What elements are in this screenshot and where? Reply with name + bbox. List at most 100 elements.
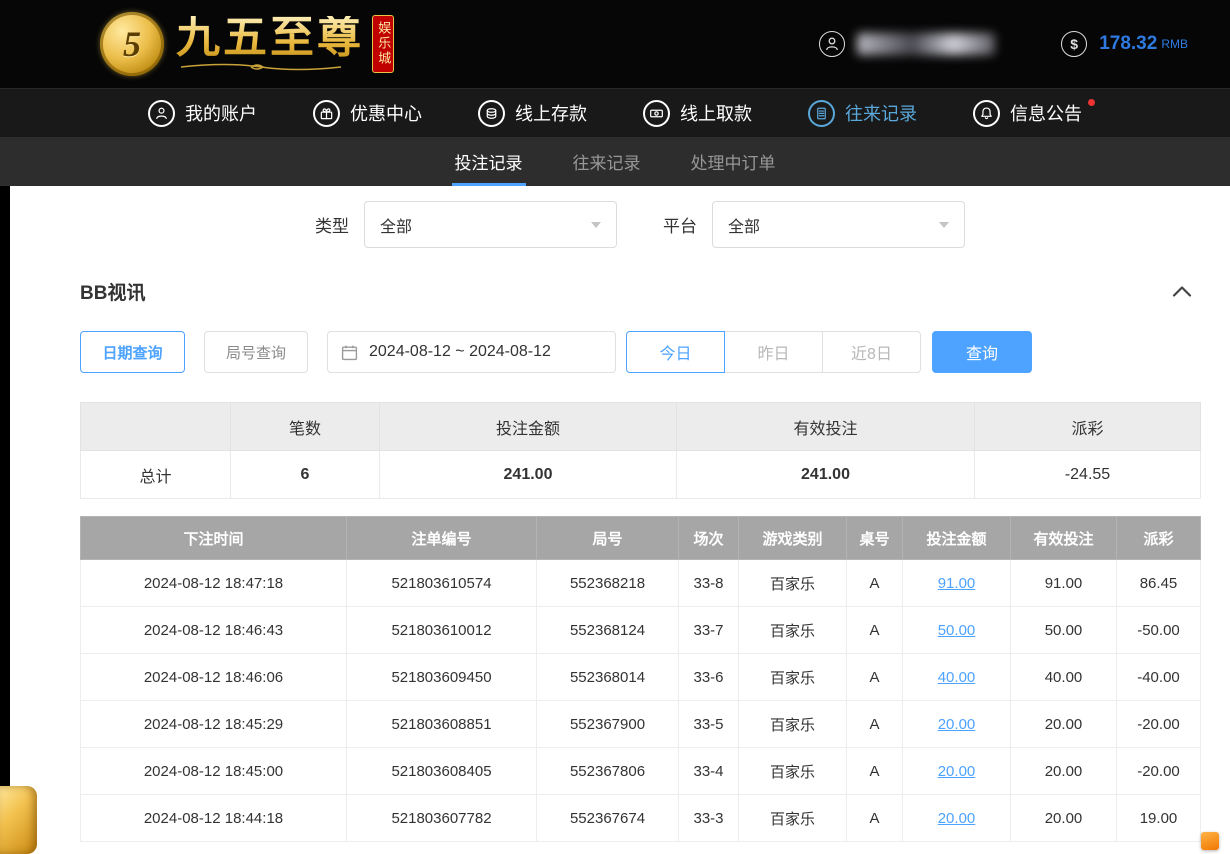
floating-promo-fragment[interactable] — [0, 786, 37, 854]
table-cell: 86.45 — [1117, 560, 1201, 607]
platform-filter-group: 平台 全部 — [663, 201, 965, 248]
table-cell: -20.00 — [1117, 748, 1201, 795]
nav-item-my-account[interactable]: 我的账户 — [148, 100, 257, 127]
col-session: 场次 — [679, 517, 739, 560]
user-icon[interactable] — [819, 31, 845, 57]
summary-count-value: 6 — [231, 451, 380, 499]
table-cell: 521803607782 — [347, 795, 537, 842]
withdraw-icon — [643, 100, 670, 127]
summary-header-row: 笔数 投注金额 有效投注 派彩 — [81, 403, 1201, 451]
table-cell: 521803610012 — [347, 607, 537, 654]
main-content: 类型 全部 平台 全部 BB视讯 日期查询 局号查询 2024-08-12 ~ — [10, 186, 1230, 854]
recent-8-days-button[interactable]: 近8日 — [822, 331, 921, 373]
table-cell: 2024-08-12 18:47:18 — [81, 560, 347, 607]
table-cell: 20.00 — [1011, 795, 1117, 842]
table-cell: 2024-08-12 18:46:06 — [81, 654, 347, 701]
summary-header-count: 笔数 — [231, 403, 380, 451]
nav-item-label: 线上取款 — [680, 100, 752, 126]
table-cell: 33-6 — [679, 654, 739, 701]
table-cell: 百家乐 — [739, 607, 847, 654]
table-row: 2024-08-12 18:47:18521803610574552368218… — [81, 560, 1201, 607]
gift-icon — [313, 100, 340, 127]
nav-item-announcements[interactable]: 信息公告 — [973, 100, 1082, 127]
col-bet-time: 下注时间 — [81, 517, 347, 560]
table-row: 2024-08-12 18:45:29521803608851552367900… — [81, 701, 1201, 748]
summary-total-label: 总计 — [81, 451, 231, 499]
table-cell: 50.00 — [1011, 607, 1117, 654]
tab-processing-orders[interactable]: 处理中订单 — [688, 137, 779, 186]
table-cell: 2024-08-12 18:45:00 — [81, 748, 347, 795]
type-filter-label: 类型 — [315, 212, 349, 237]
table-cell: 521803609450 — [347, 654, 537, 701]
table-cell: -40.00 — [1117, 654, 1201, 701]
deposit-icon — [478, 100, 505, 127]
table-cell: A — [847, 795, 903, 842]
summary-table: 笔数 投注金额 有效投注 派彩 总计 6 241.00 241.00 -24.5… — [80, 402, 1201, 499]
table-cell: 552367900 — [537, 701, 679, 748]
date-range-input[interactable]: 2024-08-12 ~ 2024-08-12 — [327, 331, 616, 373]
bet-amount-link[interactable]: 50.00 — [903, 607, 1011, 654]
table-cell: 521803608405 — [347, 748, 537, 795]
tab-transaction-records[interactable]: 往来记录 — [570, 137, 644, 186]
query-controls: 日期查询 局号查询 2024-08-12 ~ 2024-08-12 今日 昨日 … — [80, 331, 1200, 373]
table-cell: 521803608851 — [347, 701, 537, 748]
summary-payout-value: -24.55 — [975, 451, 1201, 499]
brand-name-wrap: 九五至尊 — [176, 16, 364, 72]
table-cell: A — [847, 654, 903, 701]
chevron-down-icon — [591, 222, 601, 228]
bet-amount-link[interactable]: 20.00 — [903, 795, 1011, 842]
platform-select[interactable]: 全部 — [712, 201, 965, 248]
nav-item-label: 往来记录 — [845, 100, 917, 126]
table-row: 2024-08-12 18:44:18521803607782552367674… — [81, 795, 1201, 842]
table-cell: 33-3 — [679, 795, 739, 842]
col-valid-bet: 有效投注 — [1011, 517, 1117, 560]
table-cell: -20.00 — [1117, 701, 1201, 748]
table-cell: 33-4 — [679, 748, 739, 795]
round-query-button[interactable]: 局号查询 — [204, 331, 308, 373]
username-blurred — [857, 33, 995, 55]
section-header: BB视讯 — [80, 278, 1200, 305]
bet-records-table: 下注时间 注单编号 局号 场次 游戏类别 桌号 投注金额 有效投注 派彩 202… — [80, 516, 1201, 842]
table-cell: 552368218 — [537, 560, 679, 607]
tab-bet-records[interactable]: 投注记录 — [452, 137, 526, 186]
col-game-type: 游戏类别 — [739, 517, 847, 560]
table-cell: 百家乐 — [739, 748, 847, 795]
nav-item-label: 信息公告 — [1010, 100, 1082, 126]
date-query-button[interactable]: 日期查询 — [80, 331, 185, 373]
brand-badge: 娱乐城 — [372, 15, 394, 73]
table-cell: 552368014 — [537, 654, 679, 701]
nav-item-records[interactable]: 往来记录 — [808, 100, 917, 127]
table-cell: 33-5 — [679, 701, 739, 748]
table-cell: 19.00 — [1117, 795, 1201, 842]
account-icon — [148, 100, 175, 127]
table-cell: A — [847, 607, 903, 654]
summary-total-row: 总计 6 241.00 241.00 -24.55 — [81, 451, 1201, 499]
search-button[interactable]: 查询 — [932, 331, 1032, 373]
table-cell: 2024-08-12 18:44:18 — [81, 795, 347, 842]
table-row: 2024-08-12 18:46:43521803610012552368124… — [81, 607, 1201, 654]
bet-amount-link[interactable]: 40.00 — [903, 654, 1011, 701]
nav-item-label: 线上存款 — [515, 100, 587, 126]
site-logo[interactable]: 5 九五至尊 娱乐城 — [100, 12, 394, 76]
calendar-icon — [341, 344, 358, 361]
nav-item-label: 优惠中心 — [350, 100, 422, 126]
nav-item-promotions[interactable]: 优惠中心 — [313, 100, 422, 127]
type-select[interactable]: 全部 — [364, 201, 617, 248]
platform-select-value: 全部 — [728, 213, 760, 237]
bet-amount-link[interactable]: 20.00 — [903, 701, 1011, 748]
table-cell: 552367674 — [537, 795, 679, 842]
yesterday-button[interactable]: 昨日 — [724, 331, 823, 373]
today-button[interactable]: 今日 — [626, 331, 725, 373]
nav-item-withdraw[interactable]: 线上取款 — [643, 100, 752, 127]
bet-amount-link[interactable]: 20.00 — [903, 748, 1011, 795]
nav-item-deposit[interactable]: 线上存款 — [478, 100, 587, 127]
table-cell: 百家乐 — [739, 701, 847, 748]
logo-medal-icon: 5 — [100, 12, 164, 76]
bet-amount-link[interactable]: 91.00 — [903, 560, 1011, 607]
collapse-section-button[interactable] — [1172, 286, 1200, 297]
col-round-id: 局号 — [537, 517, 679, 560]
brand-name: 九五至尊 — [176, 16, 364, 60]
logo-flourish-decoration — [176, 62, 346, 72]
col-bet-id: 注单编号 — [347, 517, 537, 560]
floating-widget-fragment[interactable] — [1201, 832, 1219, 850]
